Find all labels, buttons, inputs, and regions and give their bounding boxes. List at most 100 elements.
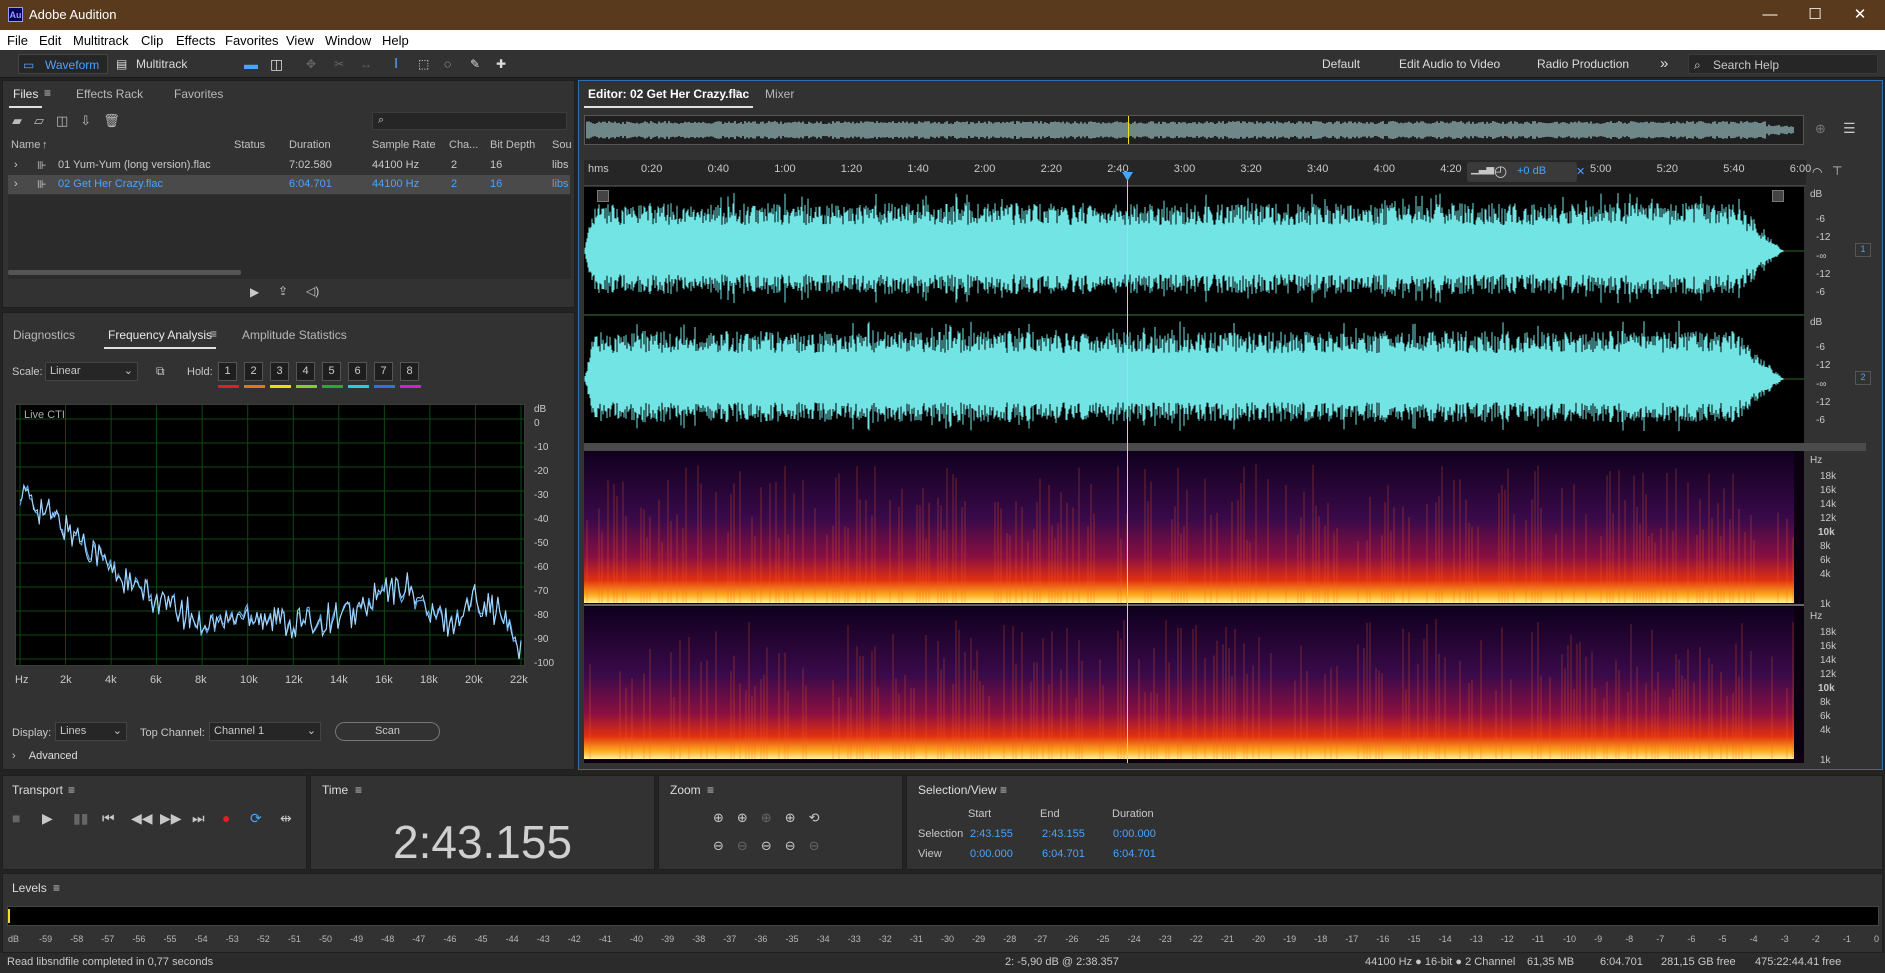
col-channels[interactable]: Cha... [449,139,478,151]
rewind-icon[interactable]: ◀◀ [131,810,153,827]
panel-menu-icon[interactable]: ≡ [1000,783,1007,797]
loop-playback-icon[interactable]: ⟳ [250,810,262,827]
panel-menu-icon[interactable]: ≡ [210,327,217,341]
menu-effects[interactable]: Effects [176,33,216,48]
lasso-tool-icon[interactable]: ◌ [444,54,451,74]
delete-icon[interactable]: 🗑 [103,113,132,128]
zoom-reset-icon[interactable]: ⟲ [809,810,833,825]
move-to-next-icon[interactable]: ⏭ [192,810,205,827]
spectral-display[interactable] [584,451,1804,763]
move-tool-icon[interactable]: ✥ [306,54,316,74]
workspace-radio-production[interactable]: Radio Production [1537,54,1629,74]
open-file-icon[interactable]: ▰ [12,113,34,128]
hold-button-3[interactable]: 3 [270,362,289,381]
expand-icon[interactable]: › [14,178,18,190]
hold-button-8[interactable]: 8 [400,362,419,381]
tab-editor[interactable]: Editor: 02 Get Her Crazy.flac [583,87,754,108]
tab-files[interactable]: Files [8,87,43,108]
workspace-edit-audio-to-video[interactable]: Edit Audio to Video [1399,54,1500,74]
capture-snapshot-icon[interactable]: ⧉ [156,364,165,379]
new-file-icon[interactable]: ◫ [56,113,80,128]
spectral-display-icon[interactable]: ▬ [244,54,258,74]
tab-mixer[interactable]: Mixer [765,87,794,101]
time-selection-tool-icon[interactable]: I [394,54,398,74]
hud-volume[interactable]: ▁▃▅ ◴ +0 dB [1467,162,1577,182]
menu-edit[interactable]: Edit [39,33,61,48]
waveform-display[interactable] [584,187,1804,443]
file-row-selected[interactable]: › ⊪ 02 Get Her Crazy.flac 6:04.701 44100… [8,175,570,194]
play-preview-icon[interactable]: ▶ [250,285,259,299]
expand-icon[interactable]: › [14,159,18,171]
loop-preview-icon[interactable]: ⇪ [278,284,288,298]
tab-amplitude-statistics[interactable]: Amplitude Statistics [242,328,347,342]
tab-effects-rack[interactable]: Effects Rack [76,87,143,101]
col-status[interactable]: Status [234,139,265,151]
fade-in-handle[interactable] [597,190,609,202]
view-start-field[interactable]: 0:00.000 [970,848,1013,860]
menu-file[interactable]: File [7,33,28,48]
workspace-default[interactable]: Default [1322,54,1360,74]
record-icon[interactable]: ● [222,810,230,826]
zoom-to-fit-icon[interactable]: ⊕ [1815,121,1826,137]
zoom-in-amplitude-icon[interactable]: ⊕ [713,810,737,825]
panel-menu-icon[interactable]: ≡ [44,86,51,100]
autoplay-icon[interactable]: ◁) [306,284,319,298]
menu-favorites[interactable]: Favorites [225,33,278,48]
col-duration[interactable]: Duration [289,139,331,151]
menu-multitrack[interactable]: Multitrack [73,33,129,48]
panel-menu-icon[interactable]: ≡ [733,86,740,100]
tab-favorites[interactable]: Favorites [174,87,223,101]
skip-selection-icon[interactable]: ⇹ [280,810,292,827]
col-name[interactable]: Name [11,139,40,151]
hold-button-7[interactable]: 7 [374,362,393,381]
hold-button-1[interactable]: 1 [218,362,237,381]
menu-view[interactable]: View [286,33,314,48]
panel-menu-icon[interactable]: ≡ [707,783,714,797]
move-to-previous-icon[interactable]: ⏮ [102,810,115,827]
maximize-button[interactable]: ☐ [1800,4,1830,26]
view-duration-field[interactable]: 6:04.701 [1113,848,1156,860]
selection-start-field[interactable]: 2:43.155 [970,828,1013,840]
advanced-expander[interactable]: › Advanced [12,750,78,762]
close-button[interactable]: ✕ [1845,4,1875,26]
panel-menu-icon[interactable]: ≡ [68,783,75,797]
channel-2-toggle[interactable]: 2 [1855,371,1871,385]
files-search-input[interactable]: ⌕ [372,112,567,130]
hold-button-5[interactable]: 5 [322,362,341,381]
playhead[interactable] [1127,176,1128,763]
horizontal-scrollbar[interactable] [8,270,241,275]
spectral-divider[interactable] [584,443,1866,451]
scale-select[interactable]: Linear ⌄ [45,362,138,381]
volume-knob-icon[interactable]: ◴ [1494,162,1507,180]
razor-tool-icon[interactable]: ✂ [334,54,344,74]
zoom-out-amplitude-icon[interactable]: ⊖ [713,838,737,853]
pitch-display-icon[interactable]: ◫ [270,54,283,74]
stop-icon[interactable]: ■ [12,810,20,826]
zoom-selection-icon[interactable]: ⊖ [809,838,833,853]
insert-into-multitrack-icon[interactable]: ⇩ [80,113,103,128]
zoom-in-time-icon[interactable]: ⊕ [737,810,761,825]
menu-window[interactable]: Window [325,33,371,48]
spot-healing-tool-icon[interactable]: ✚ [496,54,506,74]
marker-icon[interactable]: ⊤ [1832,164,1842,178]
view-end-field[interactable]: 6:04.701 [1042,848,1085,860]
waveform-mode-button[interactable]: ▭ Waveform [18,54,108,74]
panel-menu-icon[interactable]: ≡ [53,881,60,895]
minimize-button[interactable]: — [1755,4,1785,26]
slip-tool-icon[interactable]: ↔ [360,54,372,74]
hold-button-4[interactable]: 4 [296,362,315,381]
file-row[interactable]: › ⊪ 01 Yum-Yum (long version).flac 7:02.… [8,156,570,175]
marquee-tool-icon[interactable]: ⬚ [418,54,429,74]
import-icon[interactable]: ▱ [34,113,56,128]
overview-navigator[interactable] [584,115,1804,145]
tab-diagnostics[interactable]: Diagnostics [13,328,75,342]
more-workspaces-button[interactable]: » [1660,54,1668,74]
zoom-to-end-icon[interactable]: ⊖ [785,838,809,853]
menu-clip[interactable]: Clip [141,33,163,48]
col-bit-depth[interactable]: Bit Depth [490,139,535,151]
col-sample-rate[interactable]: Sample Rate [372,139,436,151]
panel-menu-icon[interactable]: ≡ [355,783,362,797]
selection-duration-field[interactable]: 0:00.000 [1113,828,1156,840]
menu-help[interactable]: Help [382,33,409,48]
zoom-to-start-icon[interactable]: ⊖ [761,838,785,853]
